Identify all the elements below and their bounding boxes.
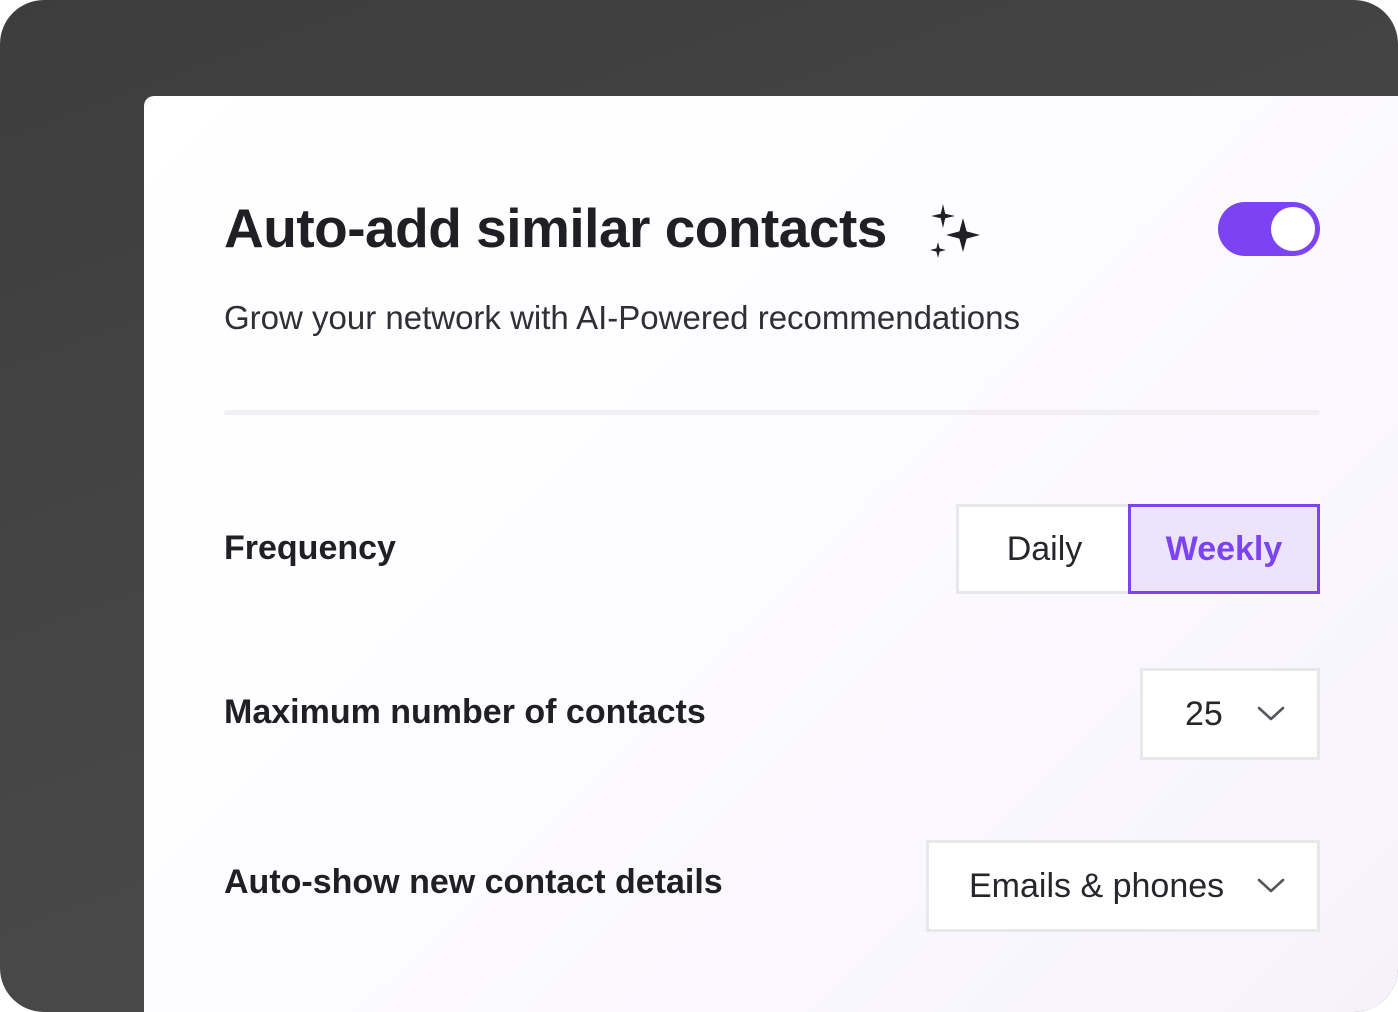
toggle-knob <box>1271 207 1315 251</box>
max-contacts-value: 25 <box>1185 694 1223 733</box>
auto-show-dropdown[interactable]: Emails & phones <box>926 840 1320 932</box>
auto-show-value: Emails & phones <box>969 866 1225 905</box>
auto-show-label: Auto-show new contact details <box>224 863 723 901</box>
max-contacts-label: Maximum number of contacts <box>224 693 706 731</box>
window-frame: Auto-add similar contacts Grow your netw… <box>0 0 1398 1012</box>
auto-add-toggle[interactable] <box>1218 202 1320 256</box>
divider <box>224 410 1320 415</box>
page-title: Auto-add similar contacts <box>224 197 887 259</box>
max-contacts-dropdown[interactable]: 25 <box>1140 668 1320 760</box>
sparkles-icon <box>930 204 980 258</box>
page-subtitle: Grow your network with AI-Powered recomm… <box>224 299 1020 336</box>
settings-panel: Auto-add similar contacts Grow your netw… <box>144 96 1398 1012</box>
frequency-label: Frequency <box>224 529 396 567</box>
frequency-weekly-option[interactable]: Weekly <box>1128 504 1320 594</box>
frequency-daily-option[interactable]: Daily <box>956 504 1130 594</box>
chevron-down-icon <box>1257 878 1285 893</box>
chevron-down-icon <box>1257 706 1285 721</box>
